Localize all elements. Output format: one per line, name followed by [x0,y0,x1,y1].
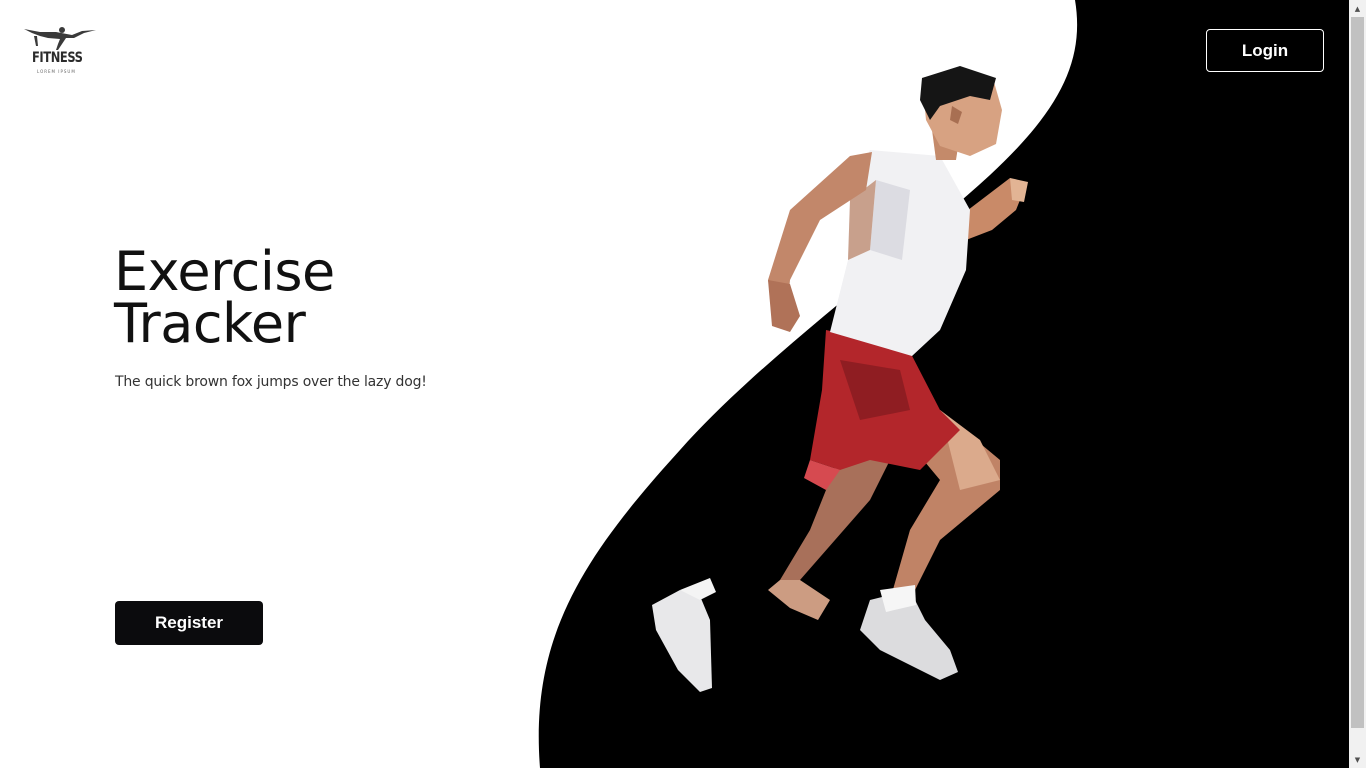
scroll-down-icon[interactable]: ▼ [1349,751,1366,768]
vertical-scrollbar[interactable]: ▲ ▼ [1349,0,1366,768]
hero-subtitle: The quick brown fox jumps over the lazy … [115,374,427,390]
brand-tagline: LOREM IPSUM [37,69,76,74]
fitness-logo[interactable]: FITNESS LOREM IPSUM [22,24,98,76]
scroll-up-icon[interactable]: ▲ [1349,0,1366,17]
register-button[interactable]: Register [115,601,263,645]
login-button[interactable]: Login [1206,29,1324,72]
page-title: Exercise Tracker [114,240,534,355]
page: FITNESS LOREM IPSUM Login Exercise Track… [0,0,1349,768]
title-line-1: Exercise [114,240,335,303]
runner-illustration [652,66,1028,692]
title-line-2: Tracker [114,292,306,355]
scrollbar-thumb[interactable] [1351,17,1364,728]
brand-name: FITNESS [32,50,83,66]
